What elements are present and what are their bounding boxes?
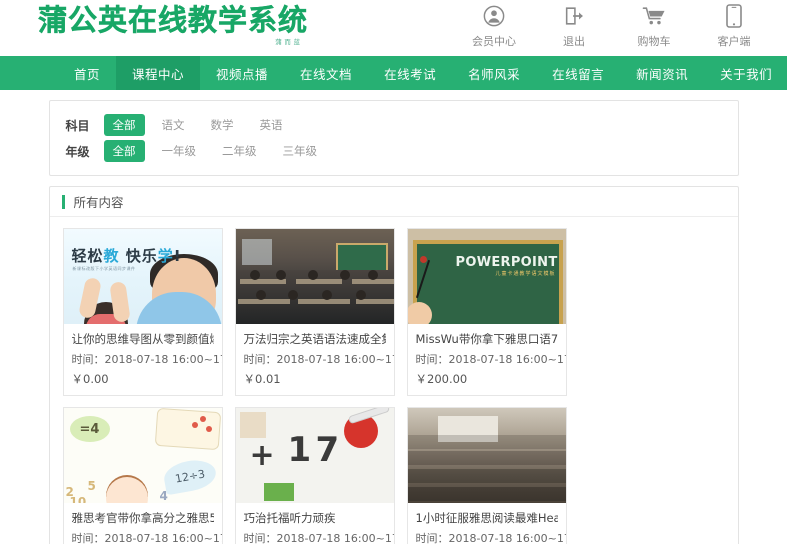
main-content: 科目 全部 语文 数学 英语 年级 全部 一年级 二年级 三年级 所有内容 轻松…	[0, 90, 787, 544]
thumb-ppt-subtitle: 儿童卡通教学语文模板	[495, 271, 556, 277]
course-time: 时间：2018-07-18 16:00~17:10	[415, 532, 566, 544]
course-title: MissWu带你拿下雅思口语7分	[415, 332, 558, 346]
course-card-body: MissWu带你拿下雅思口语7分 时间：2018-07-18 16:00~17:…	[408, 324, 566, 395]
course-card-body: 让你的思维导图从零到颜值爆表! 时间：2018-07-18 16:00~17:1…	[64, 324, 222, 395]
course-card-body: 巧治托福听力顽疾 时间：2018-07-18 16:00~17:10 ￥200.…	[236, 503, 394, 544]
header-tools: 会员中心 退出 购物车 客户端	[467, 4, 761, 49]
header-tool-logout[interactable]: 退出	[547, 4, 601, 49]
course-time: 时间：2018-07-18 16:00~17:10	[415, 353, 566, 366]
logout-icon	[563, 4, 585, 28]
site-logo[interactable]: 蒲公英在线教学系统 蒲而蓝	[38, 5, 308, 46]
course-card[interactable]: 轻松教 快乐学! 新课标改版下小学英语同步课件 让你的思维导图从零到颜值爆表! …	[62, 228, 223, 396]
course-time: 时间：2018-07-18 16:00~17:10	[71, 353, 222, 366]
course-card[interactable]: 1小时征服雅思阅读最难Headings 时间：2018-07-18 16:00~…	[406, 407, 567, 544]
course-card-body: 万法归宗之英语语法速成全集 时间：2018-07-18 16:00~17:10 …	[236, 324, 394, 395]
main-navigation: 首页 课程中心 视频点播 在线文档 在线考试 名师风采 在线留言 新闻资讯 关于…	[0, 56, 787, 90]
header-tool-label: 退出	[563, 35, 585, 48]
course-title: 1小时征服雅思阅读最难Headings	[415, 511, 558, 525]
section-accent-bar	[61, 194, 65, 209]
nav-item-teachers[interactable]: 名师风采	[452, 56, 536, 90]
filter-label-subject: 科目	[65, 118, 90, 133]
thumb-caption: 新课标改版下小学英语同步课件	[72, 266, 136, 271]
thumb-number: 10	[69, 495, 87, 503]
filter-subject-chinese[interactable]: 语文	[153, 114, 194, 136]
section-title: 所有内容	[73, 195, 124, 210]
course-time: 时间：2018-07-18 16:00~17:10	[243, 532, 394, 544]
header-tool-label: 会员中心	[472, 35, 516, 48]
course-card[interactable]: =4 12÷3 2 5 10 4 雅思考官带你拿高分之雅思5分全程课	[62, 407, 223, 544]
filter-grade-1[interactable]: 一年级	[153, 140, 206, 162]
thumb-equation-2: 12÷3	[161, 456, 218, 496]
thumb-number: 5	[87, 479, 96, 493]
nav-item-message-board[interactable]: 在线留言	[536, 56, 620, 90]
course-time: 时间：2018-07-18 16:00~17:10	[243, 353, 394, 366]
header-tool-member-center[interactable]: 会员中心	[467, 4, 521, 49]
thumb-number: 1	[287, 430, 312, 470]
all-content-section: 所有内容 轻松教 快乐学! 新课标改版下小学英语同步课件 让你的思维导图从零到颜…	[48, 186, 739, 544]
filter-subject-all[interactable]: 全部	[103, 114, 145, 136]
course-title: 万法归宗之英语语法速成全集	[243, 332, 386, 346]
course-title: 雅思考官带你拿高分之雅思5分全程课	[71, 511, 214, 525]
site-logo-title: 蒲公英在线教学系统	[38, 3, 309, 38]
course-time: 时间：2018-07-18 16:00~17:10	[71, 532, 222, 544]
course-card[interactable]: 万法归宗之英语语法速成全集 时间：2018-07-18 16:00~17:10 …	[234, 228, 395, 396]
course-price: ￥0.01	[243, 372, 281, 386]
thumb-ppt-title: POWERPOINT	[455, 255, 558, 270]
user-circle-icon	[483, 4, 505, 28]
header-tool-label: 购物车	[637, 35, 671, 48]
filter-subject-math[interactable]: 数学	[202, 114, 243, 136]
content-wrap: 科目 全部 语文 数学 英语 年级 全部 一年级 二年级 三年级 所有内容 轻松…	[48, 100, 739, 544]
site-logo-subtitle: 蒲而蓝	[275, 38, 303, 46]
course-title: 让你的思维导图从零到颜值爆表!	[71, 332, 214, 346]
thumb-equation-1: =4	[69, 416, 110, 442]
nav-item-online-exam[interactable]: 在线考试	[368, 56, 452, 90]
course-card[interactable]: POWERPOINT 儿童卡通教学语文模板 MissWu带你拿下雅思口语7分 时…	[406, 228, 567, 396]
site-header: 蒲公英在线教学系统 蒲而蓝 会员中心 退出 购物车 客户端	[0, 0, 787, 56]
course-thumbnail[interactable]: POWERPOINT 儿童卡通教学语文模板	[407, 229, 566, 324]
nav-item-documents[interactable]: 在线文档	[284, 56, 368, 90]
section-header: 所有内容	[49, 187, 738, 217]
filter-row-grade: 年级 全部 一年级 二年级 三年级	[66, 139, 722, 163]
course-title: 巧治托福听力顽疾	[243, 511, 336, 525]
course-thumbnail[interactable]: 轻松教 快乐学! 新课标改版下小学英语同步课件	[63, 229, 222, 324]
filter-subject-english[interactable]: 英语	[251, 114, 292, 136]
filter-label-grade: 年级	[65, 144, 90, 159]
nav-item-news[interactable]: 新闻资讯	[620, 56, 704, 90]
mobile-phone-icon	[726, 4, 742, 28]
thumb-headline: 轻松教 快乐学!	[71, 247, 182, 265]
course-price: ￥0.00	[71, 372, 109, 386]
header-tool-client-app[interactable]: 客户端	[707, 4, 761, 49]
filter-grade-3[interactable]: 三年级	[274, 140, 327, 162]
filter-grade-2[interactable]: 二年级	[213, 140, 266, 162]
nav-item-home[interactable]: 首页	[58, 56, 116, 90]
nav-item-about-us[interactable]: 关于我们	[704, 56, 787, 90]
course-thumbnail[interactable]	[407, 408, 566, 503]
course-card[interactable]: + 1 7 巧治托福听力顽疾 时间：2018-07-18 16:00~17:10…	[234, 407, 395, 544]
filter-grade-all[interactable]: 全部	[103, 140, 145, 162]
nav-item-video[interactable]: 视频点播	[200, 56, 284, 90]
thumb-symbol: +	[249, 438, 275, 473]
nav-item-course-center[interactable]: 课程中心	[116, 56, 201, 90]
course-price: ￥200.00	[415, 372, 468, 386]
course-thumbnail[interactable]: =4 12÷3 2 5 10 4	[63, 408, 222, 503]
course-thumbnail[interactable]	[235, 229, 394, 324]
shopping-cart-icon	[642, 4, 666, 28]
filter-panel: 科目 全部 语文 数学 英语 年级 全部 一年级 二年级 三年级	[48, 100, 739, 176]
page-root: 蒲公英在线教学系统 蒲而蓝 会员中心 退出 购物车 客户端 首页 课程中心 视频…	[0, 0, 787, 544]
thumb-number: 7	[315, 430, 340, 470]
filter-row-subject: 科目 全部 语文 数学 英语	[66, 113, 722, 137]
course-card-body: 1小时征服雅思阅读最难Headings 时间：2018-07-18 16:00~…	[408, 503, 566, 544]
course-grid: 轻松教 快乐学! 新课标改版下小学英语同步课件 让你的思维导图从零到颜值爆表! …	[50, 217, 738, 544]
course-thumbnail[interactable]: + 1 7	[235, 408, 394, 503]
header-tool-cart[interactable]: 购物车	[627, 4, 681, 49]
course-card-body: 雅思考官带你拿高分之雅思5分全程课 时间：2018-07-18 16:00~17…	[64, 503, 222, 544]
thumb-number: 4	[159, 489, 168, 503]
header-tool-label: 客户端	[717, 35, 751, 48]
